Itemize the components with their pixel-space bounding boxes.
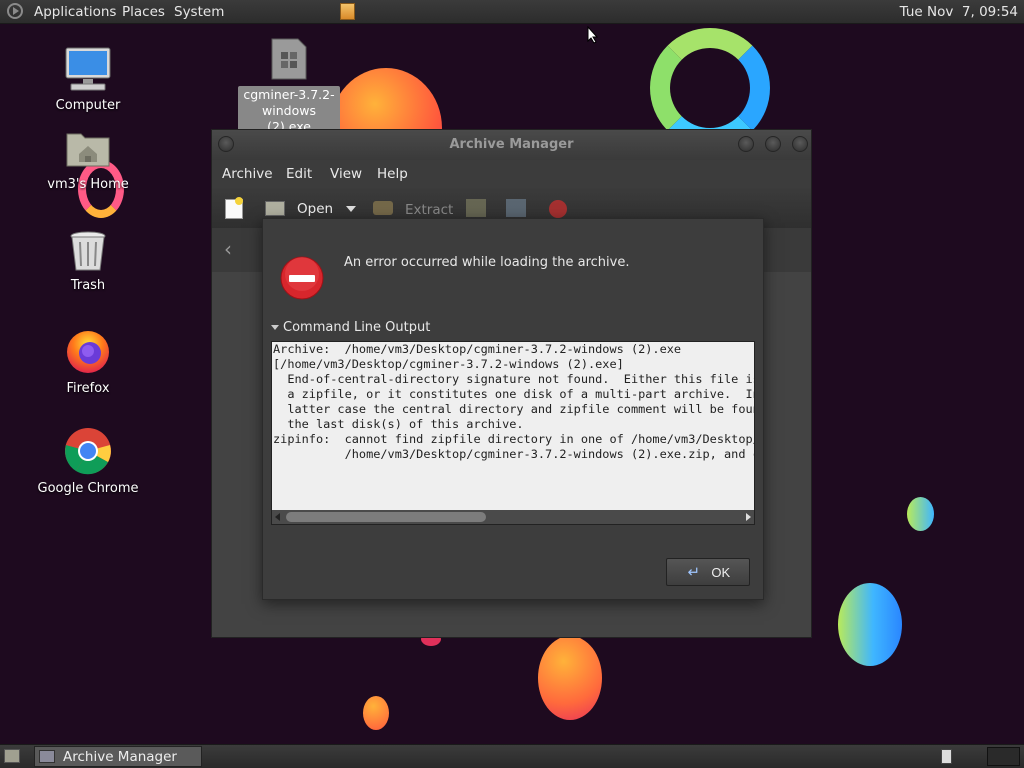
expander-label: Command Line Output bbox=[283, 320, 431, 335]
close-button[interactable] bbox=[792, 136, 808, 152]
maximize-button[interactable] bbox=[765, 136, 781, 152]
ok-button[interactable]: ↵ OK bbox=[666, 558, 750, 586]
top-panel: Applications Places System Tue Nov 7, 09… bbox=[0, 0, 1024, 24]
scroll-left-icon[interactable] bbox=[275, 513, 280, 521]
workspace-switcher[interactable] bbox=[987, 747, 1020, 766]
new-archive-icon[interactable] bbox=[225, 197, 243, 219]
desktop-icon-label: Computer bbox=[55, 98, 121, 113]
distro-logo-icon[interactable] bbox=[7, 3, 23, 19]
wallpaper-blue-balloon bbox=[838, 583, 902, 666]
desktop-icon-label: Trash bbox=[70, 278, 106, 293]
scroll-right-icon[interactable] bbox=[746, 513, 751, 521]
enter-arrow-icon: ↵ bbox=[687, 564, 701, 581]
command-output-textview[interactable]: Archive: /home/vm3/Desktop/cgminer-3.7.2… bbox=[271, 341, 755, 525]
command-output-text: Archive: /home/vm3/Desktop/cgminer-3.7.2… bbox=[273, 342, 755, 461]
chrome-icon bbox=[65, 428, 111, 475]
wallpaper-orange-balloon bbox=[538, 636, 602, 720]
menu-edit[interactable]: Edit bbox=[286, 166, 312, 182]
window-title: Archive Manager bbox=[449, 137, 574, 152]
minimize-button[interactable] bbox=[738, 136, 754, 152]
add-folder-icon bbox=[506, 199, 526, 217]
desktop-icon-home[interactable]: vm3's Home bbox=[33, 128, 143, 192]
open-archive-icon[interactable] bbox=[265, 201, 285, 216]
menu-help[interactable]: Help bbox=[377, 166, 408, 182]
desktop-icon-label: vm3's Home bbox=[47, 177, 129, 192]
firefox-icon bbox=[67, 331, 109, 373]
wallpaper-blue-balloon bbox=[907, 497, 934, 531]
bottom-panel: Archive Manager bbox=[0, 744, 1024, 768]
trash-applet-icon[interactable] bbox=[941, 749, 952, 764]
desktop-icon-firefox[interactable]: Firefox bbox=[33, 327, 143, 396]
menu-archive[interactable]: Archive bbox=[222, 166, 273, 182]
desktop-icon-chrome[interactable]: Google Chrome bbox=[33, 427, 143, 496]
menubar: Archive Edit View Help bbox=[212, 160, 811, 188]
desktop-icon-label: Google Chrome bbox=[37, 481, 139, 496]
wallpaper-small-balloon bbox=[363, 696, 389, 730]
taskbar-item-label: Archive Manager bbox=[63, 749, 177, 765]
mouse-pointer-icon bbox=[587, 26, 599, 44]
error-dialog: An error occurred while loading the arch… bbox=[262, 218, 764, 600]
archive-launcher-icon[interactable] bbox=[340, 3, 355, 20]
extract-icon bbox=[373, 201, 393, 215]
system-menu[interactable]: System bbox=[174, 4, 224, 20]
clock[interactable]: Tue Nov 7, 09:54 bbox=[900, 4, 1018, 20]
desktop-icon-label: Firefox bbox=[66, 381, 110, 396]
command-output-expander[interactable]: Command Line Output bbox=[271, 320, 430, 335]
places-menu[interactable]: Places bbox=[122, 4, 165, 20]
show-desktop-icon[interactable] bbox=[4, 749, 20, 763]
ok-label: OK bbox=[711, 564, 731, 580]
expander-arrow-icon bbox=[271, 325, 279, 330]
add-files-icon bbox=[466, 199, 486, 217]
trash-icon bbox=[70, 231, 106, 271]
desktop-icon-trash[interactable]: Trash bbox=[33, 230, 143, 293]
exe-file-icon bbox=[271, 38, 307, 80]
taskbar-item-archive-manager[interactable]: Archive Manager bbox=[34, 746, 202, 767]
stop-icon bbox=[549, 200, 567, 218]
window-menu-button[interactable] bbox=[218, 136, 234, 152]
menu-view[interactable]: View bbox=[330, 166, 362, 182]
file-label-line: cgminer-3.7.2- bbox=[243, 87, 335, 102]
error-message: An error occurred while loading the arch… bbox=[344, 255, 630, 270]
archive-manager-icon bbox=[39, 750, 55, 763]
extract-button-label: Extract bbox=[405, 202, 454, 218]
applications-menu[interactable]: Applications bbox=[34, 4, 116, 20]
back-arrow-icon[interactable]: ‹ bbox=[224, 239, 232, 259]
desktop-icon-computer[interactable]: Computer bbox=[33, 46, 143, 113]
computer-icon bbox=[65, 47, 111, 91]
chevron-down-icon[interactable] bbox=[346, 206, 356, 212]
open-button-label[interactable]: Open bbox=[297, 201, 333, 217]
horizontal-scrollbar[interactable] bbox=[272, 510, 754, 524]
home-folder-icon bbox=[66, 133, 110, 167]
scrollbar-thumb[interactable] bbox=[286, 512, 486, 522]
desktop-file-cgminer[interactable]: cgminer-3.7.2- windows (2).exe bbox=[238, 38, 340, 136]
error-icon bbox=[280, 256, 324, 300]
window-titlebar[interactable]: Archive Manager bbox=[212, 130, 811, 160]
